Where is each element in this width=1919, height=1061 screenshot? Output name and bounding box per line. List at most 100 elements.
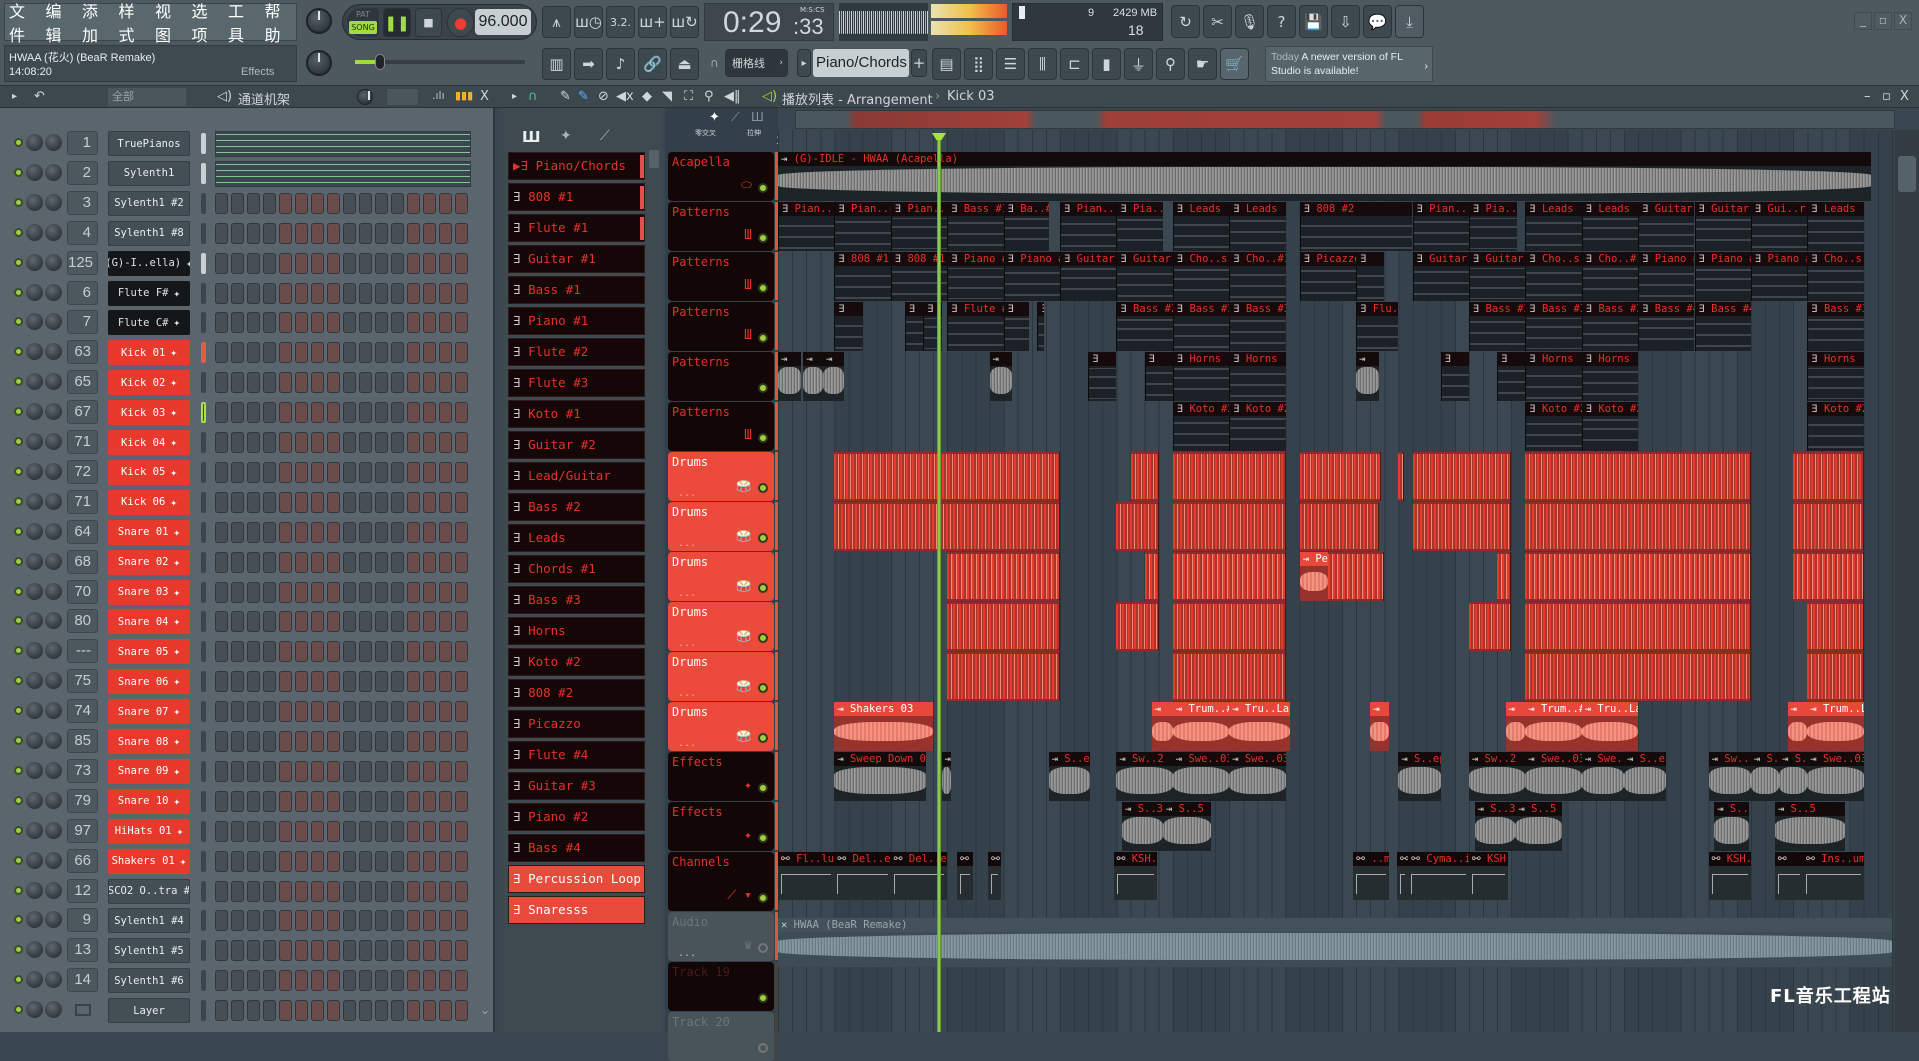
playlist-clip[interactable] <box>1116 502 1159 551</box>
scrollbar-thumb[interactable] <box>1898 156 1916 192</box>
step-button[interactable] <box>247 551 260 573</box>
pattern-item[interactable]: ∃ Bass #3 <box>508 586 645 614</box>
pattern-item[interactable]: ∃ Flute #2 <box>508 338 645 366</box>
step-button[interactable] <box>231 521 244 543</box>
channel-volume-knob[interactable] <box>45 253 62 271</box>
channel-select-indicator[interactable] <box>201 701 206 723</box>
playlist-grid[interactable]: ⇥ (G)-IDLE - HWAA (Acapella)∃ Pian..rds∃… <box>778 130 1895 1032</box>
mixer-track-number[interactable]: 7 <box>67 310 98 335</box>
mixer-track-number[interactable]: 3 <box>67 190 98 215</box>
step-button[interactable] <box>439 760 452 782</box>
step-button[interactable] <box>439 581 452 603</box>
step-button[interactable] <box>215 910 228 932</box>
step-button[interactable] <box>343 970 356 992</box>
playlist-clip[interactable]: ∃ Koto #2 <box>1525 402 1582 451</box>
playlist-clip[interactable]: ∃ Gui..r #3 <box>1750 202 1808 251</box>
step-button[interactable] <box>215 611 228 633</box>
step-button[interactable] <box>439 850 452 872</box>
touch-keyboard-button[interactable]: ⚲ <box>1156 48 1185 80</box>
step-button[interactable] <box>295 731 308 752</box>
step-button[interactable] <box>407 970 420 992</box>
step-button[interactable] <box>343 880 356 902</box>
playlist-clip[interactable]: ∃ Horns <box>1229 352 1286 401</box>
step-button[interactable] <box>231 910 244 932</box>
step-button[interactable] <box>311 940 324 962</box>
channel-volume-knob[interactable] <box>45 821 62 839</box>
track-mute-led[interactable] <box>758 283 768 293</box>
playlist-clip[interactable] <box>1172 452 1286 501</box>
channel-name-button[interactable]: TruePianos <box>108 131 190 156</box>
track-header[interactable]: Patterns Ш <box>668 402 774 451</box>
step-button[interactable] <box>375 372 388 394</box>
playlist-clip[interactable]: ∃ Cho..#1 <box>1581 252 1639 301</box>
step-button[interactable] <box>407 850 420 872</box>
playlist-clip[interactable] <box>834 502 1060 551</box>
step-button[interactable] <box>391 581 404 603</box>
channel-select-indicator[interactable] <box>201 521 206 543</box>
pattern-item[interactable]: ∃ Koto #1 <box>508 400 645 428</box>
playlist-clip[interactable]: ∃ Pia..ds <box>1468 202 1517 251</box>
step-button[interactable] <box>407 402 420 424</box>
step-button[interactable] <box>439 880 452 902</box>
menu-options[interactable]: 选项 <box>192 0 224 46</box>
channel-mute-led[interactable] <box>14 736 23 745</box>
channel-name-button[interactable]: Sylenth1 #4 <box>108 908 190 934</box>
channel-volume-knob[interactable] <box>45 732 62 749</box>
channel-select-indicator[interactable] <box>201 850 206 872</box>
step-button[interactable] <box>263 581 276 603</box>
menu-help[interactable]: 帮助 <box>265 0 297 46</box>
step-button[interactable] <box>263 312 276 334</box>
playlist-clip[interactable]: ⇥ Swe..0 <box>1581 752 1624 801</box>
step-button[interactable] <box>311 701 324 723</box>
step-button[interactable] <box>407 760 420 782</box>
mixer-track-number[interactable]: 85 <box>67 729 98 753</box>
channel-select-indicator[interactable] <box>201 731 206 752</box>
channel-select-indicator[interactable] <box>201 372 206 394</box>
channel-pan-knob[interactable] <box>26 522 43 540</box>
step-button[interactable] <box>455 731 468 752</box>
playlist-clip[interactable]: ⚯ <box>1396 852 1409 900</box>
playlist-clip[interactable] <box>1412 452 1512 501</box>
step-button[interactable] <box>439 701 452 723</box>
playlist-clip[interactable]: ⇥ S..3 <box>1474 802 1516 851</box>
record-button[interactable]: ● <box>447 8 474 37</box>
step-button[interactable] <box>247 671 260 693</box>
step-button[interactable] <box>231 312 244 334</box>
channel-select-indicator[interactable] <box>201 880 206 902</box>
channel-select-indicator[interactable] <box>201 402 206 424</box>
playlist-clip[interactable]: ⇥ (G)-IDLE - HWAA (Acapella) <box>778 152 1871 201</box>
channel-volume-knob[interactable] <box>45 193 62 211</box>
step-button[interactable] <box>407 282 420 304</box>
step-button[interactable] <box>423 312 436 334</box>
step-button[interactable] <box>327 880 340 902</box>
pattern-item[interactable]: ∃ Guitar #3 <box>508 772 645 800</box>
playlist-clip[interactable] <box>1299 502 1379 551</box>
step-button[interactable] <box>375 581 388 603</box>
step-button[interactable] <box>279 731 292 752</box>
channel-volume-knob[interactable] <box>45 702 62 720</box>
step-button[interactable] <box>407 611 420 633</box>
step-button[interactable] <box>311 282 324 304</box>
step-button[interactable] <box>391 850 404 872</box>
step-button[interactable] <box>295 521 308 543</box>
step-button[interactable] <box>439 940 452 962</box>
channel-pan-knob[interactable] <box>26 253 43 271</box>
step-button[interactable] <box>231 282 244 304</box>
channel-pan-knob[interactable] <box>26 791 43 809</box>
swing-knob[interactable] <box>357 89 373 105</box>
channel-pan-knob[interactable] <box>26 851 43 869</box>
step-button[interactable] <box>455 312 468 334</box>
track-mute-led[interactable] <box>758 893 768 903</box>
channel-select-indicator[interactable] <box>201 790 206 812</box>
step-button[interactable] <box>263 521 276 543</box>
step-button[interactable] <box>407 731 420 752</box>
mixer-track-number[interactable]: 125 <box>67 250 98 275</box>
step-button[interactable] <box>295 222 308 244</box>
playlist-clip[interactable]: ∃ Picazzo <box>1299 252 1357 301</box>
playlist-clip[interactable]: ✕ HWAA (BeaR Remake) <box>778 918 1892 967</box>
step-button[interactable] <box>423 850 436 872</box>
step-button[interactable] <box>279 432 292 453</box>
playlist-clip[interactable]: ∃ Leads <box>1525 202 1582 251</box>
step-button[interactable] <box>343 581 356 603</box>
channel-mute-led[interactable] <box>14 227 23 237</box>
